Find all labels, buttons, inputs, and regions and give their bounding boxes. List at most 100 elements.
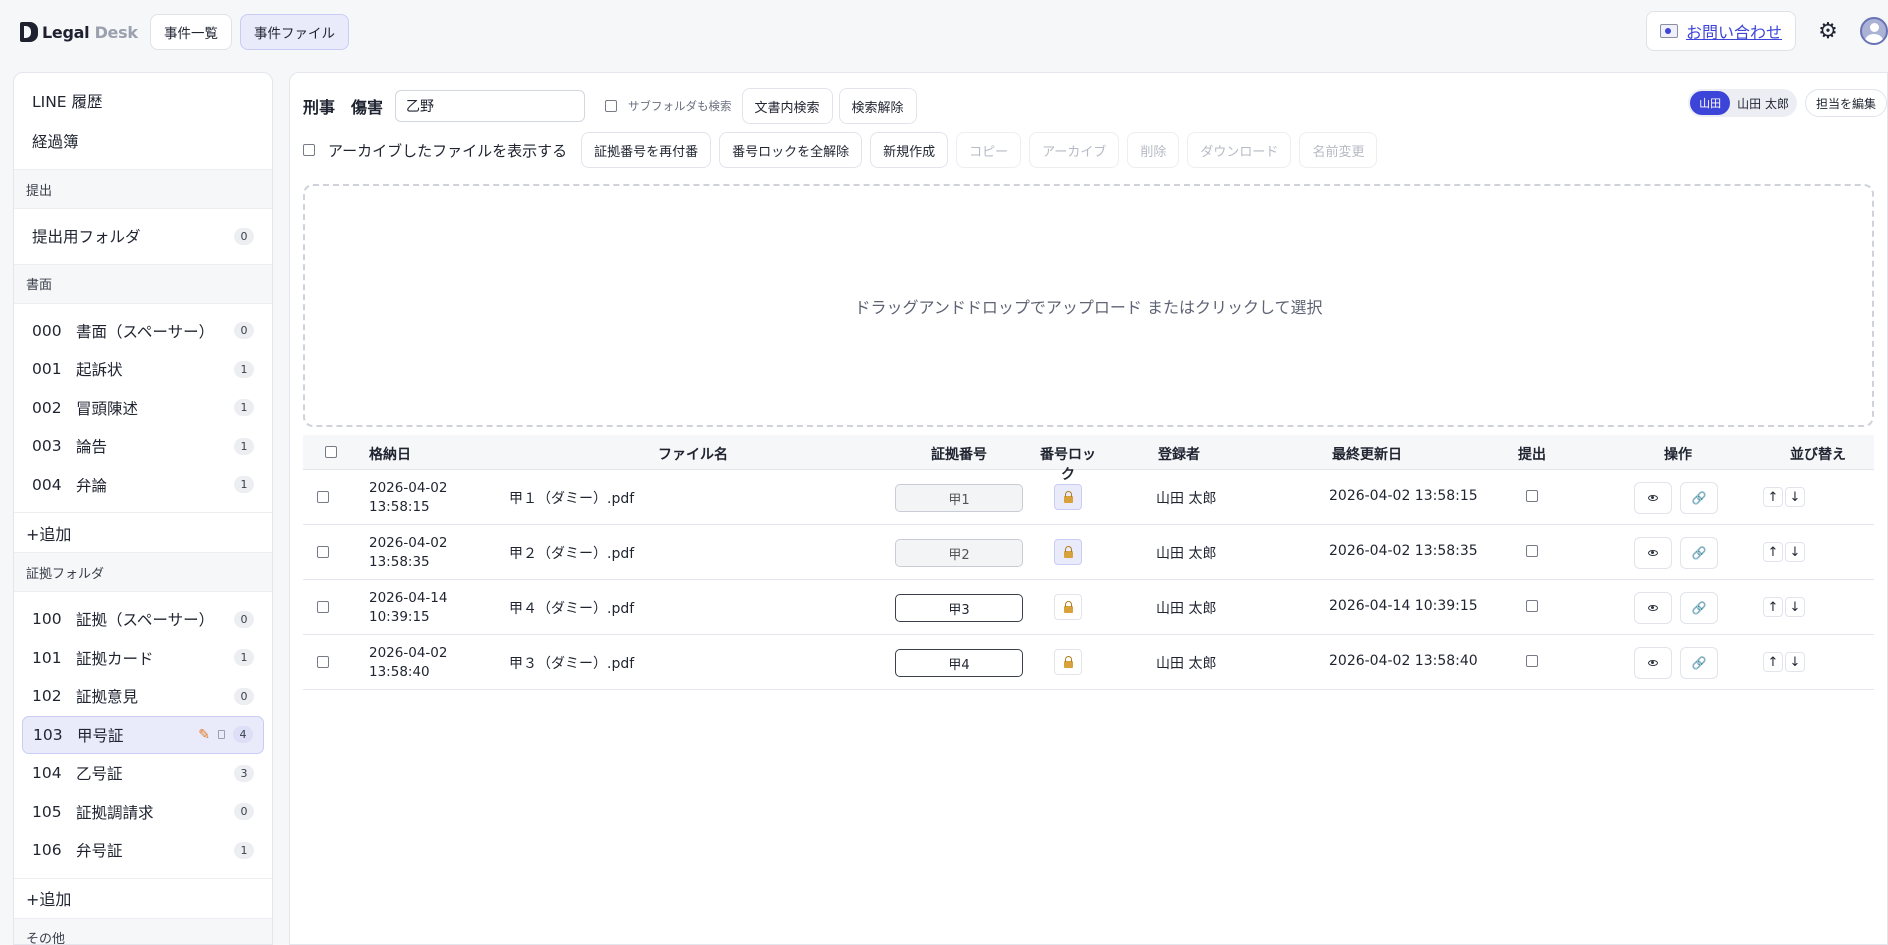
sidebar-item-ev-102[interactable]: 102 証拠意見 0 [14, 677, 272, 716]
move-down-icon[interactable]: ↓ [1785, 597, 1805, 617]
fulltext-search-button[interactable]: 文書内検索 [741, 88, 833, 124]
evidence-number-field[interactable]: 甲2 [895, 539, 1023, 567]
add-document-folder-button[interactable]: +追加 [14, 512, 272, 552]
table-row[interactable]: 2026-04-02 13:58:35 甲２（ダミー）.pdf 甲2 山田 太郎 … [303, 525, 1874, 580]
copy-button[interactable]: コピー [956, 132, 1022, 168]
assignee-short: 山田 [1690, 91, 1731, 115]
row-checkbox[interactable] [317, 491, 329, 503]
nav-case-files[interactable]: 事件ファイル [240, 14, 349, 50]
sidebar-item-ev-105[interactable]: 105 証拠調請求 0 [14, 793, 272, 832]
row-filename[interactable]: 甲３（ダミー）.pdf [509, 653, 634, 673]
row-sort: ↑ ↓ [1763, 597, 1805, 617]
sidebar-item-doc-000[interactable]: 000 書面（スペーサー） 0 [14, 312, 272, 351]
settings-gear-icon[interactable]: ⚙ [1808, 11, 1848, 51]
sidebar-item-doc-002[interactable]: 002 冒頭陳述 1 [14, 389, 272, 428]
sidebar-item-ev-101[interactable]: 101 証拠カード 1 [14, 639, 272, 678]
row-checkbox[interactable] [317, 656, 329, 668]
move-down-icon[interactable]: ↓ [1785, 542, 1805, 562]
number-lock-toggle[interactable] [1054, 649, 1082, 675]
preview-button[interactable] [1634, 592, 1672, 624]
col-date[interactable]: 格納日 [369, 444, 411, 464]
unlock-all-button[interactable]: 番号ロックを全解除 [719, 132, 863, 168]
sidebar-item-line-history[interactable]: LINE 履歴 [14, 81, 272, 121]
row-checkbox[interactable] [317, 601, 329, 613]
row-filename[interactable]: 甲１（ダミー）.pdf [509, 488, 634, 508]
col-updated[interactable]: 最終更新日 [1332, 444, 1402, 464]
move-down-icon[interactable]: ↓ [1785, 652, 1805, 672]
col-registrant[interactable]: 登録者 [1158, 444, 1200, 464]
user-avatar-icon[interactable] [1860, 17, 1888, 45]
row-operations: 🔗 [1634, 592, 1718, 624]
app-logo[interactable]: Legal Desk [20, 22, 150, 42]
search-input[interactable]: 乙野 [395, 90, 586, 122]
row-filename[interactable]: 甲２（ダミー）.pdf [509, 543, 634, 563]
number-lock-toggle[interactable] [1054, 594, 1082, 620]
renumber-evidence-button[interactable]: 証拠番号を再付番 [581, 132, 712, 168]
sidebar-item-ev-100[interactable]: 100 証拠（スペーサー） 0 [14, 600, 272, 639]
add-evidence-folder-button[interactable]: +追加 [14, 877, 272, 918]
sidebar-item-doc-004[interactable]: 004 弁論 1 [14, 466, 272, 505]
sidebar-submit-group: 提出用フォルダ 0 [14, 209, 272, 264]
pencil-icon[interactable]: ✎ [198, 727, 210, 743]
submit-checkbox[interactable] [1526, 600, 1538, 612]
link-button[interactable]: 🔗 [1680, 647, 1718, 679]
sidebar-item-ev-103[interactable]: 103 甲号証 ✎ 4 [22, 715, 264, 754]
eye-icon [1648, 660, 1658, 666]
contact-button[interactable]: お問い合わせ [1645, 11, 1796, 51]
evidence-number-field[interactable]: 甲3 [895, 594, 1023, 622]
trash-icon[interactable] [218, 730, 225, 740]
table-row[interactable]: 2026-04-14 10:39:15 甲４（ダミー）.pdf 甲3 山田 太郎 … [303, 580, 1874, 635]
sidebar-item-doc-003[interactable]: 003 論告 1 [14, 427, 272, 466]
download-button[interactable]: ダウンロード [1187, 132, 1292, 168]
sidebar-item-ev-106[interactable]: 106 弁号証 1 [14, 831, 272, 870]
submit-checkbox[interactable] [1526, 490, 1538, 502]
preview-button[interactable] [1634, 482, 1672, 514]
table-row[interactable]: 2026-04-02 13:58:40 甲３（ダミー）.pdf 甲4 山田 太郎 … [303, 635, 1874, 690]
sidebar-item-ev-104[interactable]: 104 乙号証 3 [14, 754, 272, 793]
move-up-icon[interactable]: ↑ [1763, 652, 1783, 672]
row-filename[interactable]: 甲４（ダミー）.pdf [509, 598, 634, 618]
number-lock-toggle[interactable] [1054, 484, 1082, 510]
nav-case-list[interactable]: 事件一覧 [150, 14, 232, 50]
move-down-icon[interactable]: ↓ [1785, 487, 1805, 507]
upload-dropzone[interactable]: ドラッグアンドドロップでアップロード またはクリックして選択 [303, 184, 1874, 427]
eye-icon [1648, 550, 1658, 556]
edit-assignee-button[interactable]: 担当を編集 [1804, 89, 1887, 117]
delete-button[interactable]: 削除 [1127, 132, 1180, 168]
folder-code: 101 [32, 648, 62, 667]
move-up-icon[interactable]: ↑ [1763, 487, 1783, 507]
preview-button[interactable] [1634, 537, 1672, 569]
count-badge: 1 [234, 476, 254, 494]
submit-checkbox[interactable] [1526, 545, 1538, 557]
preview-button[interactable] [1634, 647, 1672, 679]
sidebar-item-progress-log[interactable]: 経過簿 [14, 121, 272, 161]
move-up-icon[interactable]: ↑ [1763, 542, 1783, 562]
show-archived-checkbox[interactable] [303, 144, 315, 156]
evidence-number-field[interactable]: 甲4 [895, 649, 1023, 677]
row-checkbox[interactable] [317, 546, 329, 558]
rename-button[interactable]: 名前変更 [1299, 132, 1378, 168]
submit-checkbox[interactable] [1526, 655, 1538, 667]
link-button[interactable]: 🔗 [1680, 592, 1718, 624]
col-evidence-number[interactable]: 証拠番号 [895, 444, 1023, 464]
row-updated: 2026-04-02 13:58:40 [1329, 653, 1478, 669]
row-updated: 2026-04-02 13:58:15 [1329, 488, 1478, 504]
link-button[interactable]: 🔗 [1680, 482, 1718, 514]
sidebar-item-submit-folder[interactable]: 提出用フォルダ 0 [14, 217, 272, 256]
number-lock-toggle[interactable] [1054, 539, 1082, 565]
col-operations: 操作 [1664, 447, 1692, 463]
col-filename[interactable]: ファイル名 [658, 444, 728, 464]
subfolder-search-checkbox[interactable] [605, 100, 618, 112]
archive-button[interactable]: アーカイブ [1029, 132, 1120, 168]
create-new-button[interactable]: 新規作成 [870, 132, 949, 168]
count-badge: 1 [234, 399, 254, 417]
sidebar-item-doc-001[interactable]: 001 起訴状 1 [14, 350, 272, 389]
sidebar-section-other: その他 [14, 917, 272, 944]
select-all-checkbox[interactable] [325, 446, 337, 458]
move-up-icon[interactable]: ↑ [1763, 597, 1783, 617]
evidence-number-field[interactable]: 甲1 [895, 484, 1023, 512]
clear-search-button[interactable]: 検索解除 [838, 88, 917, 124]
table-row[interactable]: 2026-04-02 13:58:15 甲１（ダミー）.pdf 甲1 山田 太郎 … [303, 470, 1874, 525]
link-button[interactable]: 🔗 [1680, 537, 1718, 569]
lock-icon [1063, 490, 1073, 503]
